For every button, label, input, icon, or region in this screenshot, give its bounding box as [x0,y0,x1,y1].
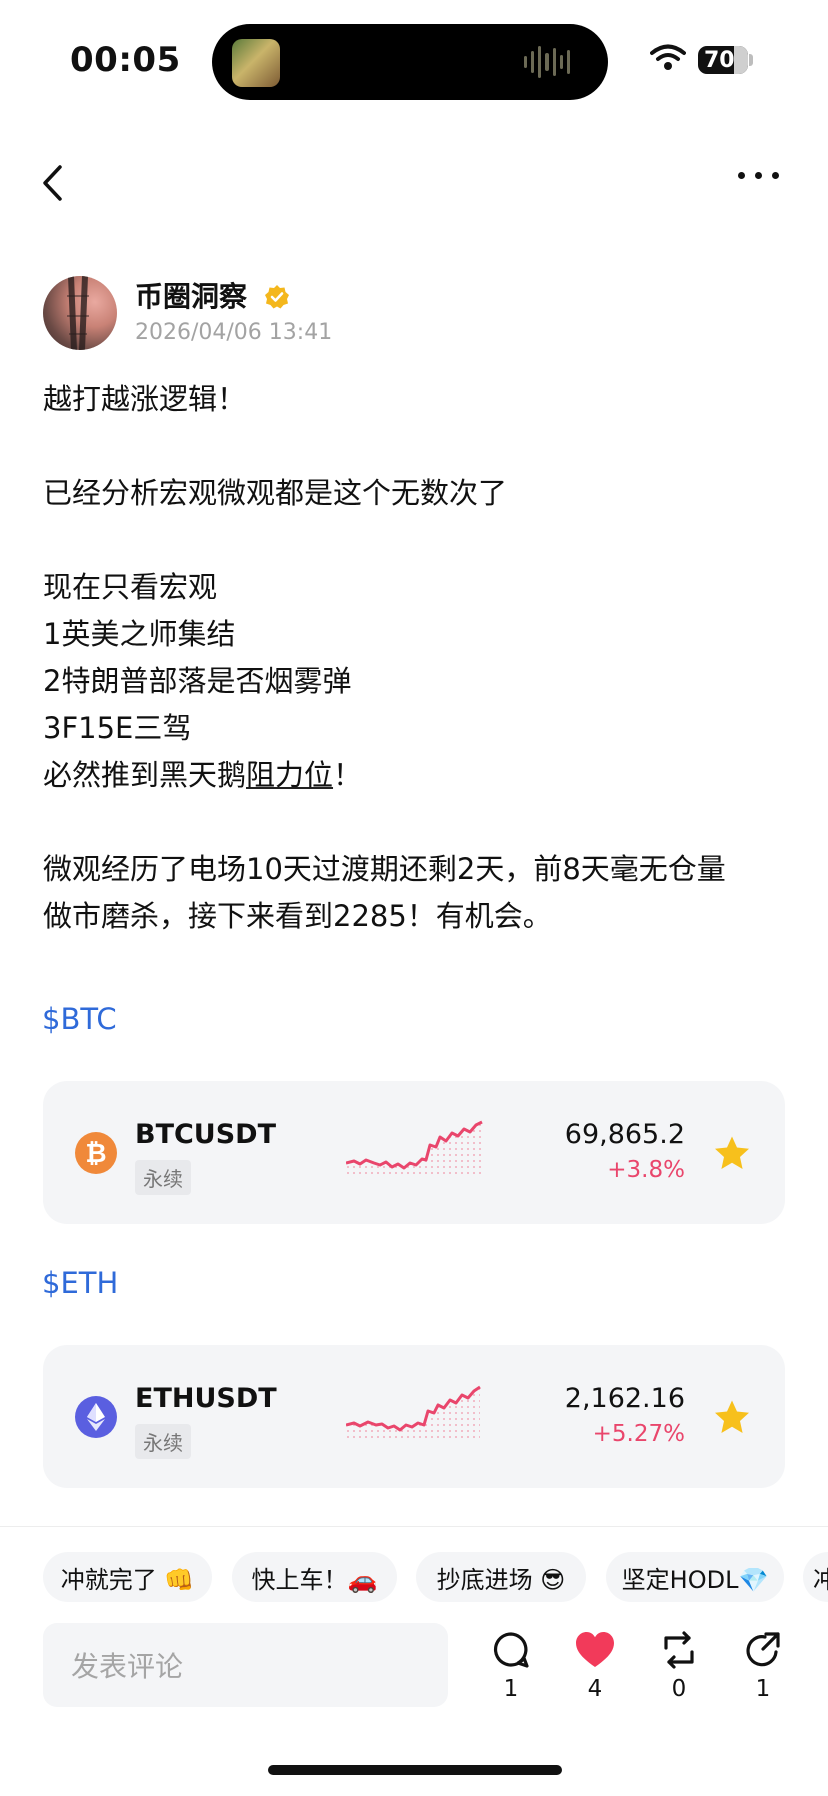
repost-action[interactable]: 0 [649,1630,709,1702]
star-icon[interactable] [713,1399,751,1435]
share-count: 1 [755,1676,771,1702]
quick-reply-chip[interactable]: 冲就完了 👊 [43,1552,212,1602]
author-avatar[interactable] [43,276,117,350]
quick-reply-chip[interactable]: 坚定HODL💎 [606,1552,784,1602]
post-timestamp: 2026/04/06 13:41 [135,320,333,345]
ticker-card-btc[interactable]: ₿ BTCUSDT 永续 69,865.2 +3.8% [43,1081,785,1224]
home-indicator[interactable] [268,1765,562,1775]
post-line: 3F15E三驾 [43,711,192,745]
ticker-price: 69,865.2 [564,1119,685,1150]
comment-count: 1 [503,1676,519,1702]
comment-bubble-icon [493,1632,529,1668]
status-time: 00:05 [70,40,181,80]
wifi-icon [650,44,686,70]
now-playing-artwork [232,39,280,87]
ethereum-icon [75,1396,117,1438]
post-line [43,423,793,470]
post-line: 做市磨杀，接下来看到2285！有机会。 [43,899,552,933]
ticker-pair: BTCUSDT [135,1119,277,1150]
post-body: 越打越涨逻辑！ 已经分析宏观微观都是这个无数次了 现在只看宏观 1英美之师集结 … [43,376,793,940]
comment-action[interactable]: 1 [481,1630,541,1702]
post-line [43,517,793,564]
price-sparkline [346,1120,483,1177]
repost-count: 0 [671,1676,687,1702]
dynamic-island[interactable] [212,24,608,100]
ticker-price: 2,162.16 [564,1383,685,1414]
heart-icon [576,1632,614,1667]
quick-reply-chip[interactable]: 抄底进场 😎 [416,1552,586,1602]
post-line: 1英美之师集结 [43,617,236,651]
audio-waveform-icon [524,44,570,80]
post-line: 微观经历了电场10天过渡期还剩2天，前8天毫无仓量 [43,852,726,886]
post-text: 必然推到黑天鹅 [43,758,247,792]
quick-reply-chip[interactable]: 冲 [803,1552,828,1602]
bitcoin-icon: ₿ [75,1132,117,1174]
share-icon [746,1632,780,1667]
share-action[interactable]: 1 [733,1630,793,1702]
post-line: 现在只看宏观 [43,570,218,604]
star-icon[interactable] [713,1135,751,1171]
contract-type-badge: 永续 [135,1160,191,1195]
post-line: 必然推到黑天鹅阻力位！ [43,752,793,799]
battery-cap [749,54,753,66]
eth-cashtag-link[interactable]: $ETH [42,1266,118,1300]
verified-badge-icon [265,285,289,309]
battery-level: 70 [704,47,735,73]
btc-cashtag-link[interactable]: $BTC [42,1002,117,1036]
quick-reply-chip[interactable]: 快上车！🚗 [232,1552,397,1602]
post-text: ！ [333,758,363,792]
post-line: 越打越涨逻辑！ [43,382,247,416]
divider [0,1526,828,1527]
battery-indicator: 70 [698,46,748,74]
ticker-card-eth[interactable]: ETHUSDT 永续 2,162.16 +5.27% [43,1345,785,1488]
underlined-phrase[interactable]: 阻力位 [246,758,333,792]
ticker-change: +5.27% [592,1421,685,1447]
more-options-icon[interactable] [738,172,779,179]
like-action[interactable]: 4 [565,1630,625,1702]
post-line: 已经分析宏观微观都是这个无数次了 [43,476,508,510]
ticker-pair: ETHUSDT [135,1383,277,1414]
ticker-change: +3.8% [607,1157,685,1183]
comment-input[interactable]: 发表评论 [43,1623,448,1707]
like-count: 4 [587,1676,603,1702]
contract-type-badge: 永续 [135,1424,191,1459]
post-line: 2特朗普部落是否烟雾弹 [43,664,352,698]
back-icon[interactable] [40,164,64,202]
repost-icon [664,1631,694,1669]
author-name[interactable]: 币圈洞察 [135,275,247,315]
price-sparkline [346,1385,481,1441]
